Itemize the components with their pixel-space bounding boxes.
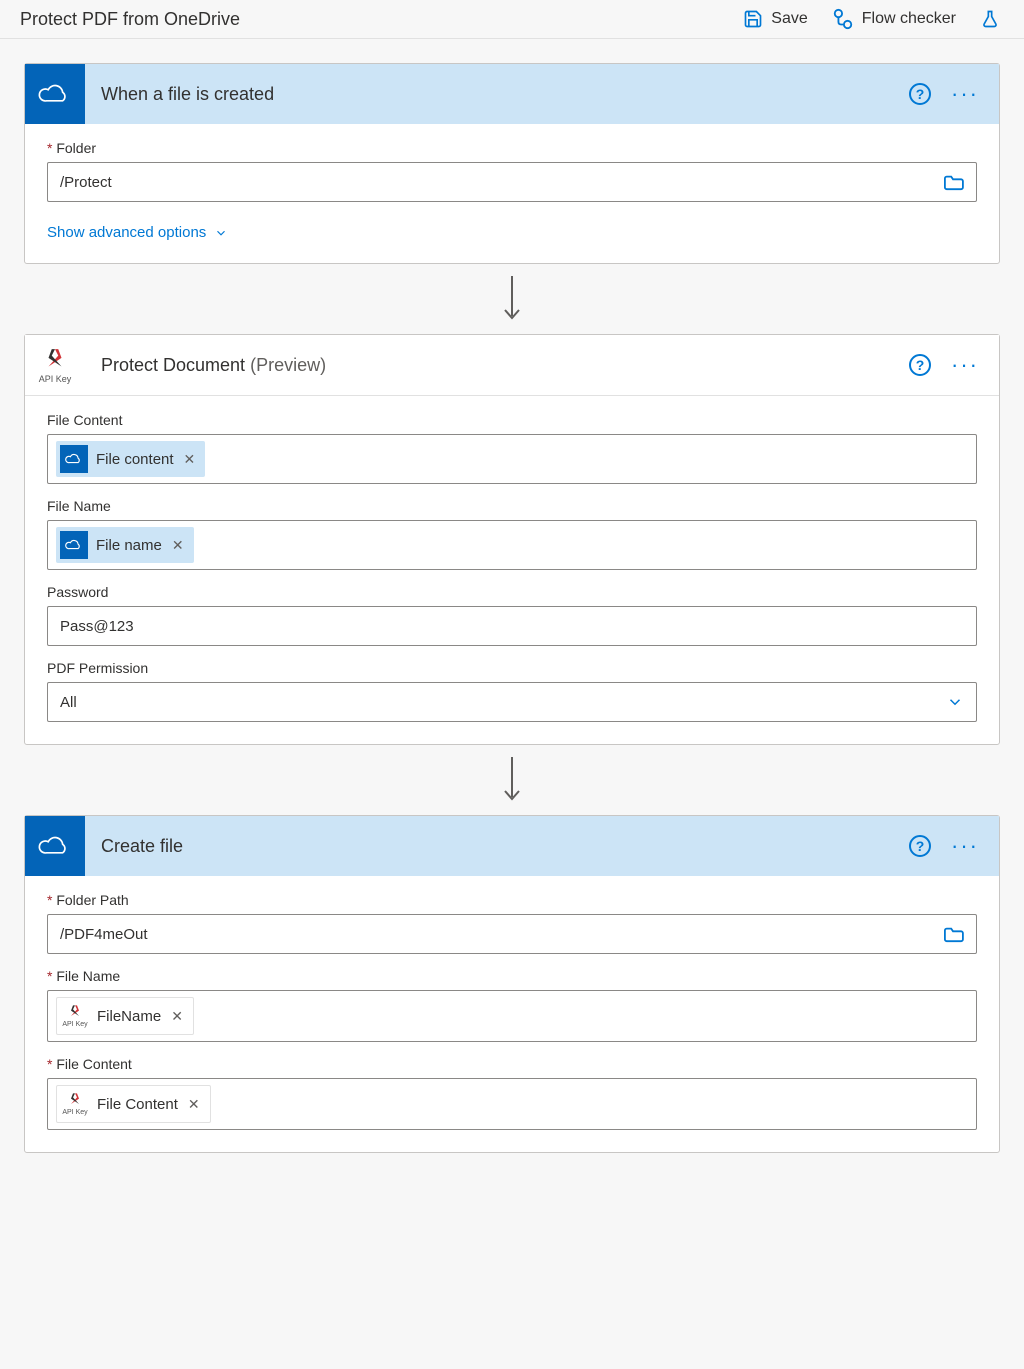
connector-arrow	[24, 745, 1000, 815]
flow-title: Protect PDF from OneDrive	[20, 9, 743, 30]
help-icon[interactable]: ?	[909, 83, 931, 105]
folder-path-input[interactable]: /PDF4meOut	[47, 914, 977, 954]
file-content-input[interactable]: API Key File Content ✕	[47, 1078, 977, 1130]
more-icon[interactable]: ···	[951, 360, 979, 370]
file-name-input[interactable]: API Key FileName ✕	[47, 990, 977, 1042]
flow-checker-button[interactable]: Flow checker	[832, 8, 956, 30]
folder-picker-icon[interactable]	[942, 925, 964, 943]
remove-token-icon[interactable]: ✕	[182, 451, 198, 468]
token-label: File Content	[97, 1096, 178, 1113]
file-name-input[interactable]: File name ✕	[47, 520, 977, 570]
pdf-permission-value: All	[60, 694, 77, 711]
file-content-label: * File Content	[47, 1056, 977, 1072]
folder-label: * Folder	[47, 140, 977, 156]
onedrive-icon	[60, 531, 88, 559]
remove-token-icon[interactable]: ✕	[169, 1008, 185, 1025]
folder-picker-icon[interactable]	[942, 173, 964, 191]
flow-checker-label: Flow checker	[862, 10, 956, 28]
chevron-down-icon[interactable]	[946, 693, 964, 711]
api-key-icon: API Key	[61, 1002, 89, 1030]
create-file-body: * Folder Path /PDF4meOut * File Name API…	[25, 876, 999, 1152]
save-icon	[743, 9, 763, 29]
password-value: Pass@123	[60, 618, 134, 635]
file-content-label: File Content	[47, 412, 977, 428]
file-name-label: File Name	[47, 498, 977, 514]
step-create-file-card: Create file ? ··· * Folder Path /PDF4meO…	[24, 815, 1000, 1153]
save-label: Save	[771, 10, 807, 28]
file-name-token[interactable]: API Key FileName ✕	[56, 997, 194, 1035]
more-icon[interactable]: ···	[951, 89, 979, 99]
password-input[interactable]: Pass@123	[47, 606, 977, 646]
test-button[interactable]	[980, 8, 1000, 30]
file-name-label: * File Name	[47, 968, 977, 984]
trigger-header[interactable]: When a file is created ? ···	[25, 64, 999, 124]
file-name-token[interactable]: File name ✕	[56, 527, 194, 563]
folder-input[interactable]: /Protect	[47, 162, 977, 202]
trigger-body: * Folder /Protect Show advanced options	[25, 124, 999, 263]
folder-value: /Protect	[60, 174, 112, 191]
pdf-permission-select[interactable]: All	[47, 682, 977, 722]
onedrive-icon	[25, 816, 85, 876]
api-key-icon: API Key	[25, 335, 85, 395]
protect-body: File Content File content ✕ File Name Fi…	[25, 396, 999, 744]
trigger-title: When a file is created	[85, 84, 909, 105]
chevron-down-icon	[214, 226, 228, 240]
create-file-header[interactable]: Create file ? ···	[25, 816, 999, 876]
remove-token-icon[interactable]: ✕	[186, 1096, 202, 1113]
folder-path-label: * Folder Path	[47, 892, 977, 908]
token-label: File name	[96, 537, 162, 554]
file-content-token[interactable]: File content ✕	[56, 441, 205, 477]
protect-header[interactable]: API Key Protect Document (Preview) ? ···	[25, 335, 999, 396]
flask-icon	[980, 8, 1000, 30]
protect-title: Protect Document (Preview)	[85, 355, 909, 376]
flow-checker-icon	[832, 8, 854, 30]
api-key-icon: API Key	[61, 1090, 89, 1118]
save-button[interactable]: Save	[743, 9, 807, 29]
connector-arrow	[24, 264, 1000, 334]
step-trigger-card: When a file is created ? ··· * Folder /P…	[24, 63, 1000, 264]
topbar-actions: Save Flow checker	[743, 8, 1000, 30]
step-protect-card: API Key Protect Document (Preview) ? ···…	[24, 334, 1000, 745]
show-advanced-label: Show advanced options	[47, 224, 206, 241]
flow-canvas: When a file is created ? ··· * Folder /P…	[0, 39, 1024, 1177]
protect-actions: ? ···	[909, 354, 979, 376]
file-content-input[interactable]: File content ✕	[47, 434, 977, 484]
help-icon[interactable]: ?	[909, 354, 931, 376]
onedrive-icon	[60, 445, 88, 473]
create-file-title: Create file	[85, 836, 909, 857]
trigger-actions: ? ···	[909, 83, 979, 105]
pdf-permission-label: PDF Permission	[47, 660, 977, 676]
remove-token-icon[interactable]: ✕	[170, 537, 186, 554]
show-advanced-button[interactable]: Show advanced options	[47, 224, 228, 241]
topbar: Protect PDF from OneDrive Save Flow chec…	[0, 0, 1024, 39]
file-content-token[interactable]: API Key File Content ✕	[56, 1085, 211, 1123]
more-icon[interactable]: ···	[951, 841, 979, 851]
create-file-actions: ? ···	[909, 835, 979, 857]
token-label: FileName	[97, 1008, 161, 1025]
token-label: File content	[96, 451, 174, 468]
password-label: Password	[47, 584, 977, 600]
folder-path-value: /PDF4meOut	[60, 926, 148, 943]
onedrive-icon	[25, 64, 85, 124]
help-icon[interactable]: ?	[909, 835, 931, 857]
